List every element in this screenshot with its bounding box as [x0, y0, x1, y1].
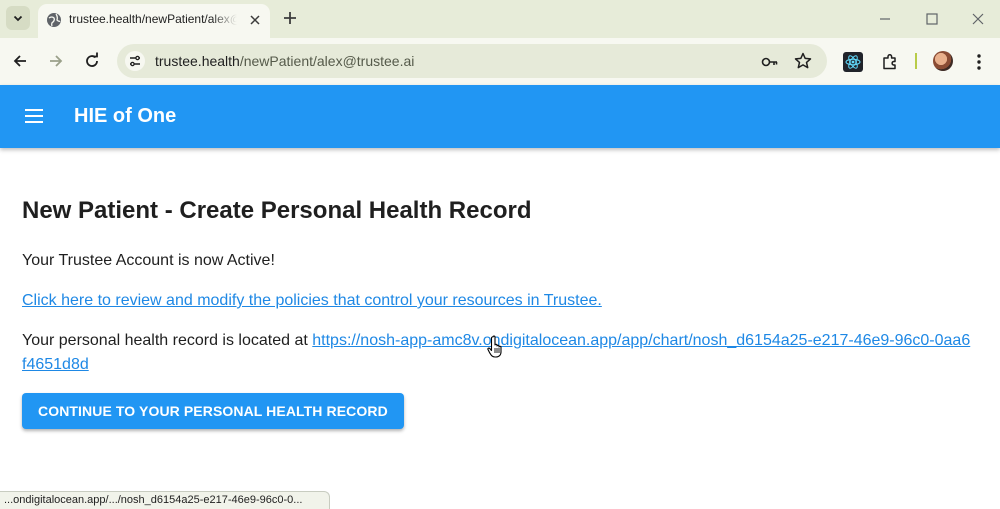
url-path: /newPatient/alex@trustee.ai — [239, 53, 415, 69]
policies-link[interactable]: Click here to review and modify the poli… — [22, 292, 602, 309]
forward-arrow-icon[interactable] — [46, 51, 66, 71]
extensions-puzzle-icon[interactable] — [880, 52, 900, 72]
hamburger-menu-icon[interactable] — [24, 107, 44, 125]
more-vert-icon[interactable] — [970, 52, 988, 72]
policies-paragraph: Click here to review and modify the poli… — [22, 289, 972, 313]
window-close-icon[interactable] — [970, 11, 986, 27]
profile-avatar[interactable] — [933, 51, 953, 71]
tab-title: trustee.health/newPatient/alex@ — [69, 12, 237, 26]
hand-pointer-cursor-icon — [487, 335, 502, 358]
maximize-icon[interactable] — [924, 11, 940, 27]
react-devtools-icon[interactable] — [843, 52, 863, 72]
new-tab-plus-icon[interactable] — [281, 9, 299, 27]
close-icon[interactable] — [248, 13, 262, 27]
page-title: New Patient - Create Personal Health Rec… — [22, 197, 532, 224]
continue-to-health-record-button[interactable]: CONTINUE TO YOUR PERSONAL HEALTH RECORD — [22, 393, 404, 429]
browser-tab[interactable]: trustee.health/newPatient/alex@ — [38, 4, 270, 38]
status-bar-url: ...ondigitalocean.app/.../nosh_d6154a25-… — [0, 491, 330, 509]
browser-tab-strip: trustee.health/newPatient/alex@ — [0, 0, 1000, 38]
record-prefix-text: Your personal health record is located a… — [22, 332, 313, 349]
app-title: HIE of One — [74, 105, 177, 127]
account-status-text: Your Trustee Account is now Active! — [22, 252, 275, 269]
reload-icon[interactable] — [82, 51, 102, 71]
url-host: trustee.health — [155, 53, 240, 69]
tab-search-button[interactable] — [6, 6, 30, 30]
back-arrow-icon[interactable] — [10, 51, 30, 71]
page-content: New Patient - Create Personal Health Rec… — [22, 196, 972, 429]
bookmark-star-icon[interactable] — [793, 51, 813, 71]
minimize-icon[interactable] — [877, 11, 893, 27]
chevron-down-icon — [13, 15, 23, 22]
toolbar-divider — [915, 53, 917, 69]
key-icon[interactable] — [760, 52, 780, 72]
app-bar: HIE of One — [0, 85, 1000, 148]
address-bar[interactable]: trustee.health/newPatient/alex@trustee.a… — [117, 44, 827, 78]
globe-icon — [47, 13, 61, 27]
site-settings-icon[interactable] — [125, 51, 145, 71]
url-text: trustee.health/newPatient/alex@trustee.a… — [155, 53, 414, 69]
